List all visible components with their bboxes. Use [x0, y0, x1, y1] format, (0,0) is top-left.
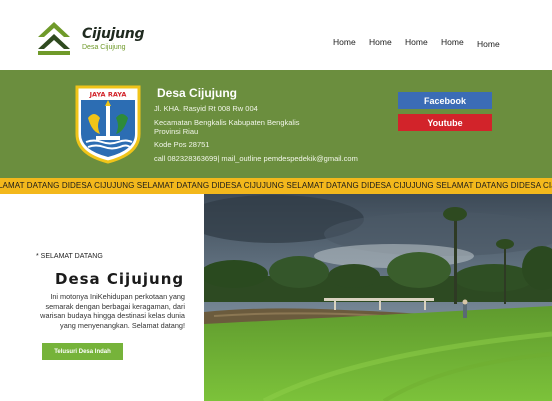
explore-village-button[interactable]: Telusuri Desa Indah — [42, 343, 123, 360]
district-line-1: Kecamatan Bengkalis Kabupaten Bengkalis — [154, 118, 300, 127]
jakarta-emblem-icon: JAYA RAYA — [75, 85, 141, 164]
contact-line: call 082328363699| mail_outline pemdespe… — [154, 154, 358, 163]
nav-item-home-2[interactable]: Home — [369, 37, 392, 47]
welcome-ticker: LAMAT DATANG DIDESA CIJUJUNG SELAMAT DAT… — [0, 178, 552, 194]
postal-code: Kode Pos 28751 — [154, 140, 210, 149]
brand-name: Cijujung — [82, 26, 145, 42]
page: Cijujung Desa Cijujung Home Home Home Ho… — [0, 0, 552, 401]
hero-title: Desa Cijujung — [55, 270, 185, 288]
nav-item-home-5[interactable]: Home — [477, 39, 500, 49]
hero-kicker: * SELAMAT DATANG — [36, 253, 103, 260]
site-header: Cijujung Desa Cijujung Home Home Home Ho… — [0, 0, 552, 70]
landscape-illustration — [204, 194, 552, 401]
village-landscape-photo — [204, 194, 552, 401]
district-line-2: Provinsi Riau — [154, 127, 199, 136]
facebook-button[interactable]: Facebook — [398, 92, 492, 109]
hero-description: Ini motonya IniKehidupan perkotaan yang … — [40, 292, 185, 330]
emblem-banner-text: JAYA RAYA — [89, 91, 127, 99]
brand-logo[interactable]: Cijujung Desa Cijujung — [36, 20, 145, 60]
ticker-text: LAMAT DATANG DIDESA CIJUJUNG SELAMAT DAT… — [0, 181, 552, 190]
youtube-button[interactable]: Youtube — [398, 114, 492, 131]
brand-subtitle: Desa Cijujung — [82, 44, 126, 51]
nav-item-home-1[interactable]: Home — [333, 37, 356, 47]
nav-item-home-3[interactable]: Home — [405, 37, 428, 47]
chevron-up-logo-icon — [38, 22, 70, 55]
nav-item-home-4[interactable]: Home — [441, 37, 464, 47]
village-title: Desa Cijujung — [157, 86, 238, 100]
address-line: Jl. KHA. Rasyid Rt 008 Rw 004 — [154, 104, 258, 113]
